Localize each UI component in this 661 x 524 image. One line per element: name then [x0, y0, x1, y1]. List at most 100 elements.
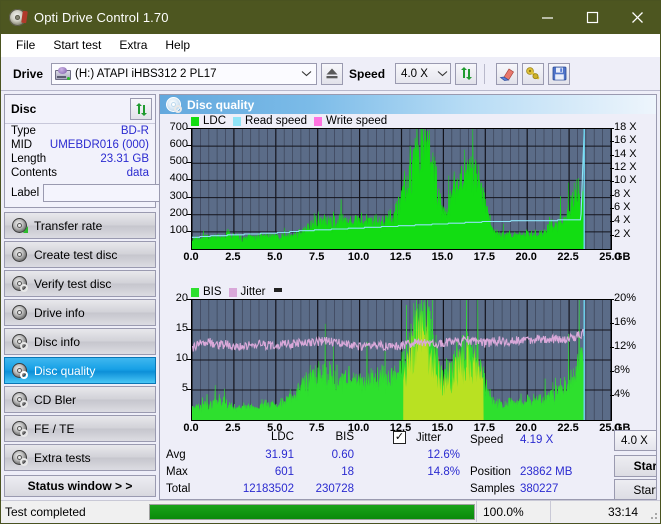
disc-icon [12, 392, 28, 408]
disc-quality-icon [166, 97, 182, 113]
disc-length-value: 23.31 GB [100, 153, 149, 165]
disc-row-type: Type BD-R [5, 124, 155, 138]
charts-container: LDC Read speed Write speed BIS Jitter 10… [160, 114, 656, 434]
disc-length-label: Length [11, 153, 47, 165]
sidebar-item-create-test-disc[interactable]: Create test disc [4, 241, 156, 268]
refresh-button[interactable] [455, 62, 478, 85]
toolbar-separator [484, 63, 486, 84]
y2-tick [610, 221, 614, 223]
status-message: Test completed [5, 504, 86, 519]
drive-select[interactable]: (H:) ATAPI iHBS312 2 PL17 [51, 62, 318, 85]
jitter-label: Jitter [416, 432, 441, 444]
sidebar-item-transfer-rate[interactable]: Transfer rate [4, 212, 156, 239]
save-button[interactable] [548, 62, 571, 85]
y2-tick [610, 141, 614, 143]
disc-info-panel: Disc Type BD-R MID UMEBDR016 (000) Lengt… [4, 94, 251, 208]
app-disc-icon [9, 9, 26, 26]
disc-check-icon [12, 276, 28, 292]
y2-tick-label: 6 X [614, 201, 631, 213]
sidebar-item-disc-quality[interactable]: Disc quality [4, 357, 156, 384]
minimize-button[interactable] [525, 1, 570, 34]
disc-panel-header: Disc [5, 95, 155, 124]
y2-tick-label: 8% [614, 364, 630, 376]
y-tick [187, 359, 191, 360]
disc-panel-title: Disc [11, 102, 37, 116]
disc-type-label: Type [11, 125, 36, 137]
sidebar-item-extra-tests[interactable]: Extra tests [4, 444, 156, 471]
legend-swatch-ldc [191, 116, 199, 126]
y2-tick [610, 395, 614, 396]
sidebar-item-label: CD Bler [34, 392, 77, 407]
y-tick-label: 10 [175, 352, 188, 364]
x-tick-label: 7.5 [309, 251, 325, 263]
eject-button[interactable] [321, 62, 344, 85]
status-bar: Test completed 100.0% 33:14 [1, 500, 660, 522]
maximize-button[interactable] [570, 1, 615, 34]
ldc-read-speed-chart: 100 200 300 400 500 600 700 2 X4 X6 X8 X 10 X 12… [160, 114, 656, 284]
bis-plot-area[interactable] [191, 299, 612, 421]
y-tick-label: 400 [169, 172, 188, 185]
menu-start-test[interactable]: Start test [44, 35, 110, 55]
y2-tick-label: 16 X [614, 134, 637, 147]
y-tick [187, 196, 191, 198]
menu-help[interactable]: Help [156, 35, 199, 55]
speed-select[interactable]: 4.0 X [395, 63, 452, 84]
stats-header-ldc: LDC [270, 431, 294, 443]
close-button[interactable] [615, 1, 660, 34]
toolbar: Drive (H:) ATAPI iHBS312 2 PL17 Speed 4.… [1, 57, 660, 91]
y2-tick [610, 208, 614, 209]
stats-bis-max: 18 [341, 466, 354, 478]
start-full-button[interactable]: Start full [614, 455, 656, 477]
progress-percent: 100.0% [476, 501, 550, 522]
chevron-down-icon [434, 69, 450, 79]
application-window: Opti Drive Control 1.70 File Start test … [0, 0, 661, 524]
legend-swatch-write-speed [314, 116, 323, 126]
result-speed-select[interactable]: 4.0 X [614, 430, 656, 451]
y-tick [187, 329, 191, 330]
legend-label-read-speed: Read speed [245, 115, 308, 127]
resize-grip-icon[interactable] [646, 501, 660, 522]
erase-button[interactable] [496, 62, 519, 85]
disc-arrow-icon [12, 218, 28, 233]
y2-tick-label: 8 X [614, 187, 631, 200]
sidebar-item-disc-info[interactable]: Disc info [4, 328, 156, 355]
sidebar-item-cd-bler[interactable]: CD Bler [4, 386, 156, 413]
chevron-down-icon [298, 69, 314, 79]
y2-tick [610, 371, 614, 372]
keys-button[interactable] [522, 62, 545, 85]
menu-file[interactable]: File [7, 35, 44, 55]
y-tick [187, 389, 191, 390]
y-tick [187, 299, 191, 300]
y-tick [187, 128, 191, 129]
stats-row-total: Total [166, 483, 191, 495]
disc-row-mid: MID UMEBDR016 (000) [5, 138, 155, 152]
disc-refresh-button[interactable] [130, 98, 152, 120]
sidebar-item-fe-te[interactable]: FE / TE [4, 415, 156, 442]
y2-tick [610, 234, 614, 236]
start-part-button[interactable]: Start part [614, 479, 656, 499]
y2-tick-label: 20% [614, 292, 637, 304]
sidebar-item-verify-test-disc[interactable]: Verify test disc [4, 270, 156, 297]
y-tick-label: 15 [175, 322, 188, 334]
jitter-checkbox[interactable]: ✓ [393, 431, 406, 444]
legend-swatch-jitter [228, 287, 237, 297]
chart-legend-bottom: BIS Jitter [191, 286, 283, 298]
legend-label-write-speed: Write speed [326, 115, 388, 127]
disc-contents-label: Contents [11, 167, 58, 179]
y-tick-label: 20 [175, 292, 188, 304]
x-tick-label: 5.0 [267, 251, 283, 263]
y2-tick-label: 4 X [614, 214, 631, 227]
y2-tick [610, 323, 614, 324]
y2-tick [610, 128, 614, 129]
position-stat-label: Position [470, 466, 511, 478]
stats-ldc-avg: 31.91 [265, 449, 294, 461]
stats-ldc-max: 601 [274, 466, 294, 478]
ldc-plot-area[interactable] [191, 128, 612, 250]
sidebar-item-drive-info[interactable]: Drive info [4, 299, 156, 326]
disc-icon [12, 421, 28, 437]
progress-bar-fill [150, 504, 474, 519]
statistics-panel: LDC BIS Avg Max Total 31.91 601 12183502… [160, 427, 656, 499]
disc-mid-value: UMEBDR016 (000) [49, 139, 149, 151]
menu-extra[interactable]: Extra [110, 35, 156, 55]
status-window-button[interactable]: Status window > > [4, 475, 156, 497]
